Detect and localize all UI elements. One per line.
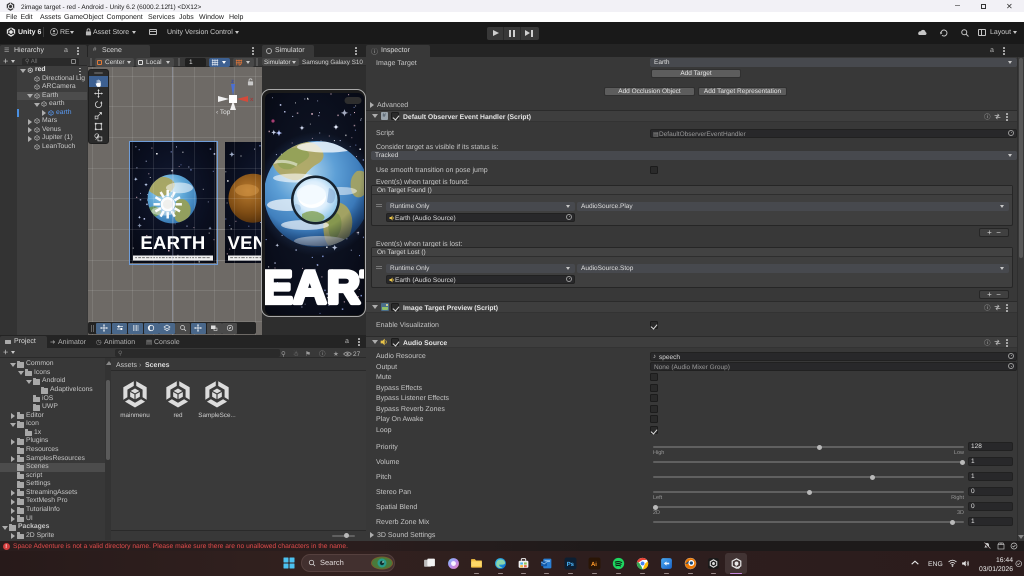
svg-text:Ps: Ps — [567, 561, 574, 568]
svg-text:EARTH: EARTH — [265, 261, 364, 313]
svg-text:x: x — [250, 97, 254, 103]
svg-text:Ai: Ai — [591, 561, 597, 568]
